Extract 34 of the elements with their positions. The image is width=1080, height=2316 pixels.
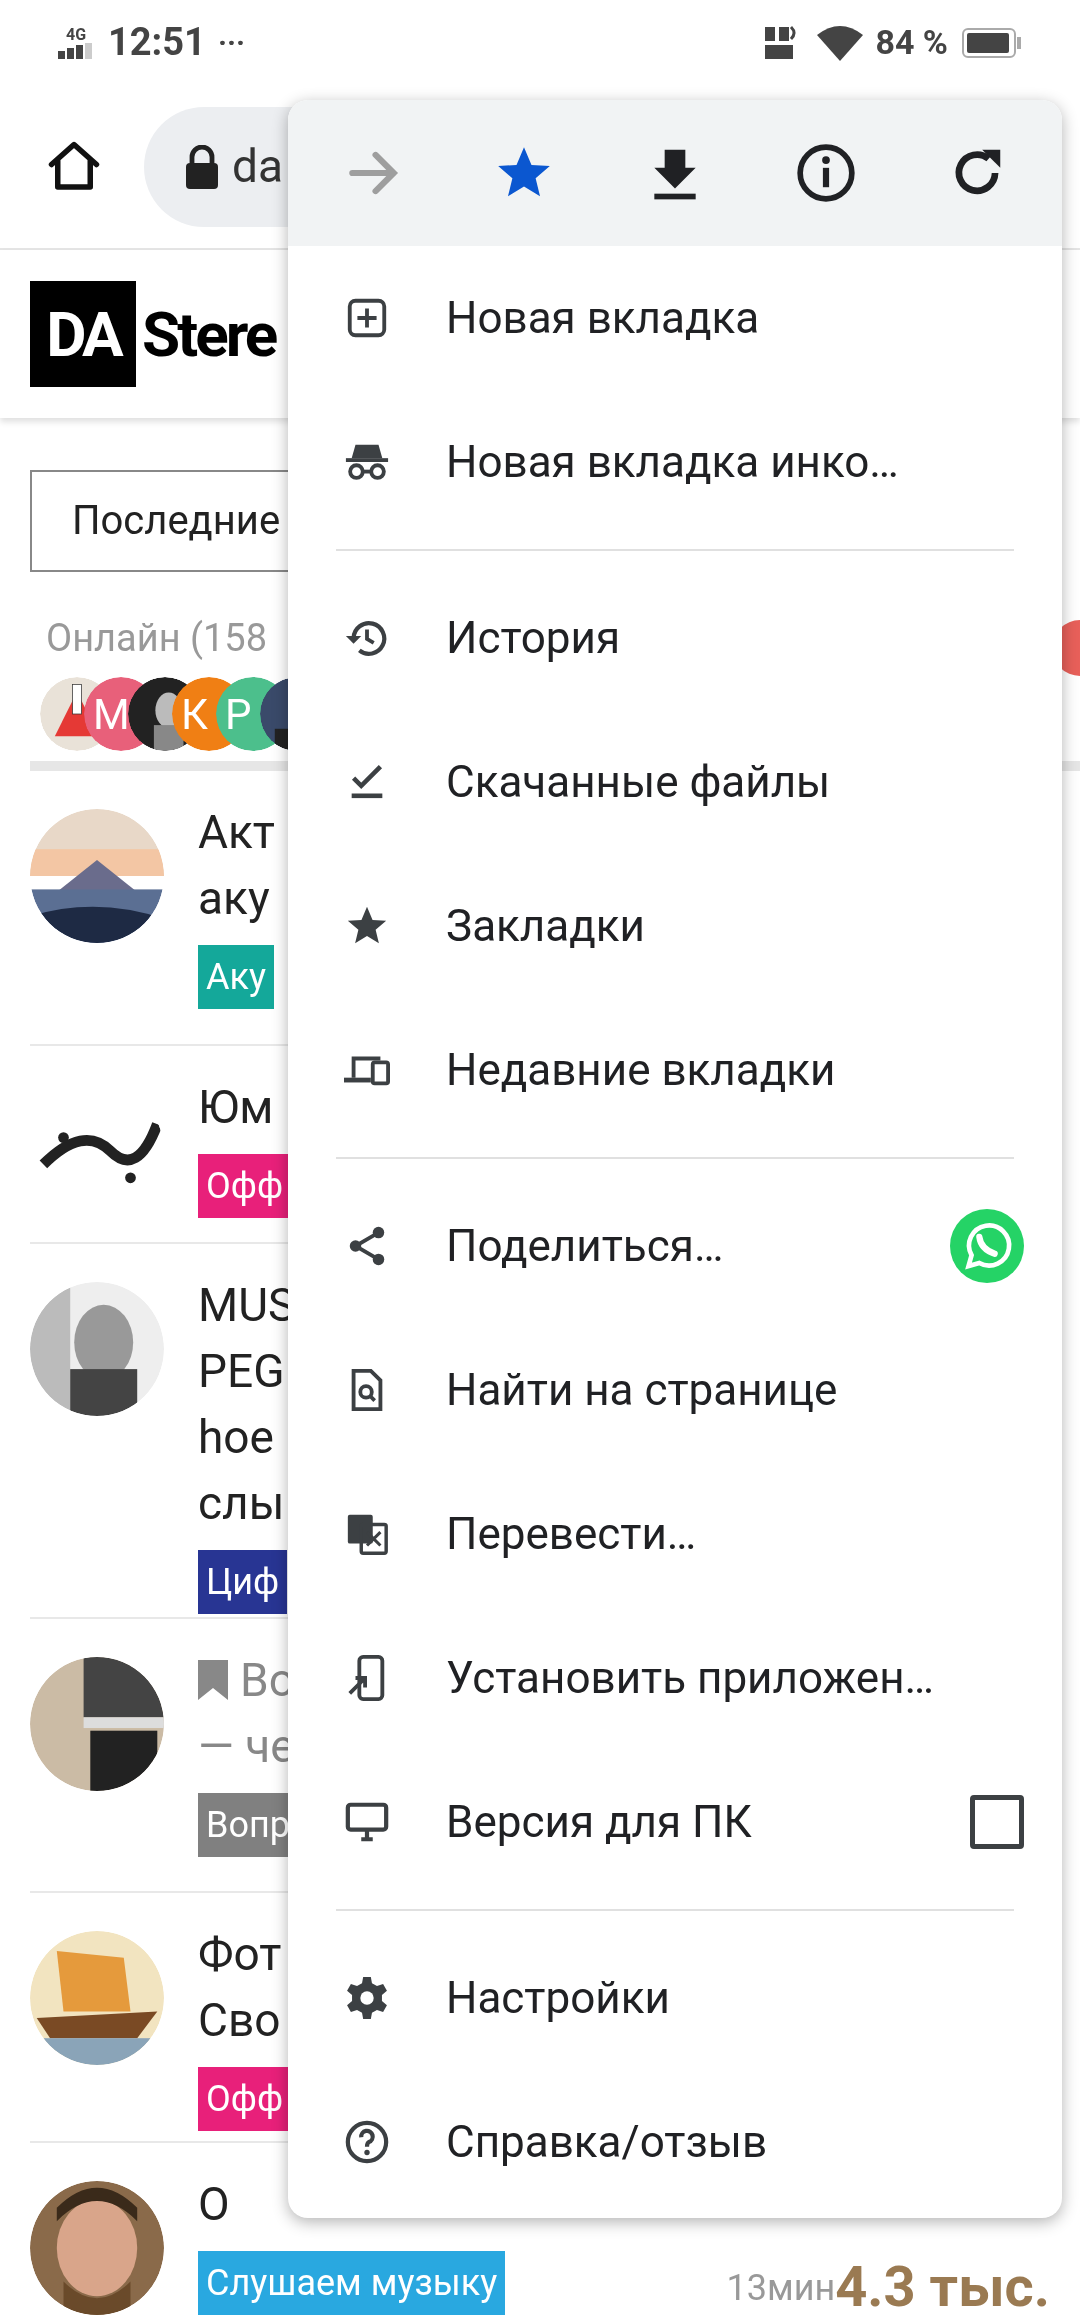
category-tag: Слушаем музыку xyxy=(198,2251,506,2315)
category-tag: Циф xyxy=(198,1550,288,1614)
battery-percent: 84 % xyxy=(875,21,948,64)
category-tag: Офф xyxy=(198,2067,291,2131)
menu-item[interactable]: Новая вкладка xyxy=(288,246,1062,390)
menu-item[interactable]: Перевести… xyxy=(288,1462,1062,1606)
logo-mark: DA xyxy=(30,281,136,387)
more-indicator: ··· xyxy=(217,24,246,62)
topic-title: О xyxy=(198,2175,230,2233)
topic-title: PEG xyxy=(198,1342,285,1400)
topic-title: Юм xyxy=(198,1078,274,1136)
online-count: Онлайн (158 xyxy=(46,615,268,662)
menu-item[interactable]: Найти на странице xyxy=(288,1318,1062,1462)
topic-title: аку xyxy=(198,869,270,927)
logo-name: Stere xyxy=(142,296,276,373)
url-text: da xyxy=(232,138,283,195)
category-tag: Офф xyxy=(198,1154,291,1218)
network-label: 4G xyxy=(65,26,87,43)
topic-title: Фот xyxy=(198,1925,282,1983)
menu-item[interactable]: Недавние вкладки xyxy=(288,998,1062,1142)
menu-item[interactable]: Скачанные файлы xyxy=(288,710,1062,854)
menu-item[interactable]: Установить приложен… xyxy=(288,1606,1062,1750)
topic-title: слы xyxy=(198,1474,285,1532)
menu-item[interactable]: Закладки xyxy=(288,854,1062,998)
topic-title: Сво xyxy=(198,1991,281,2049)
post-time: 13мин xyxy=(726,2266,836,2311)
menu-item[interactable]: Справка/отзыв xyxy=(288,2070,1062,2214)
menu-item[interactable]: Поделиться… xyxy=(288,1174,1062,1318)
category-tag: Аку xyxy=(198,945,274,1009)
topic-title: Акт xyxy=(198,803,275,861)
menu-item[interactable]: Настройки xyxy=(288,1926,1062,2070)
topic-title: hoe xyxy=(198,1408,274,1466)
status-time: 12:51 xyxy=(108,19,206,66)
view-count: 4.3 тыс. xyxy=(835,2259,1050,2315)
